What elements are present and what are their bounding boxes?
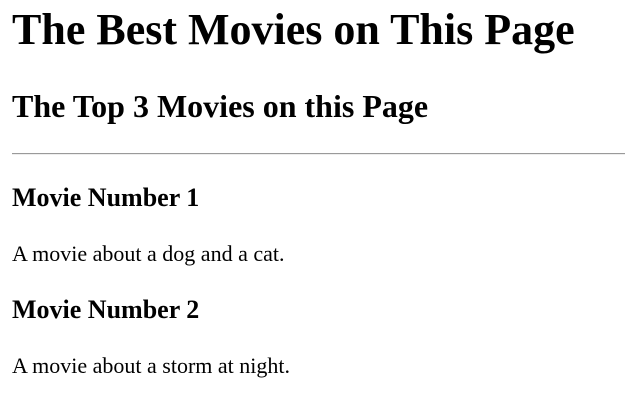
page-subtitle: The Top 3 Movies on this Page: [12, 88, 429, 124]
divider: [12, 153, 625, 155]
movie-description: A movie about a dog and a cat.: [12, 241, 285, 266]
movie-title: Movie Number 2: [12, 295, 200, 324]
movie-description: A movie about a storm at night.: [12, 353, 291, 378]
movie-title: Movie Number 1: [12, 183, 200, 212]
page-title: The Best Movies on This Page: [12, 5, 575, 54]
